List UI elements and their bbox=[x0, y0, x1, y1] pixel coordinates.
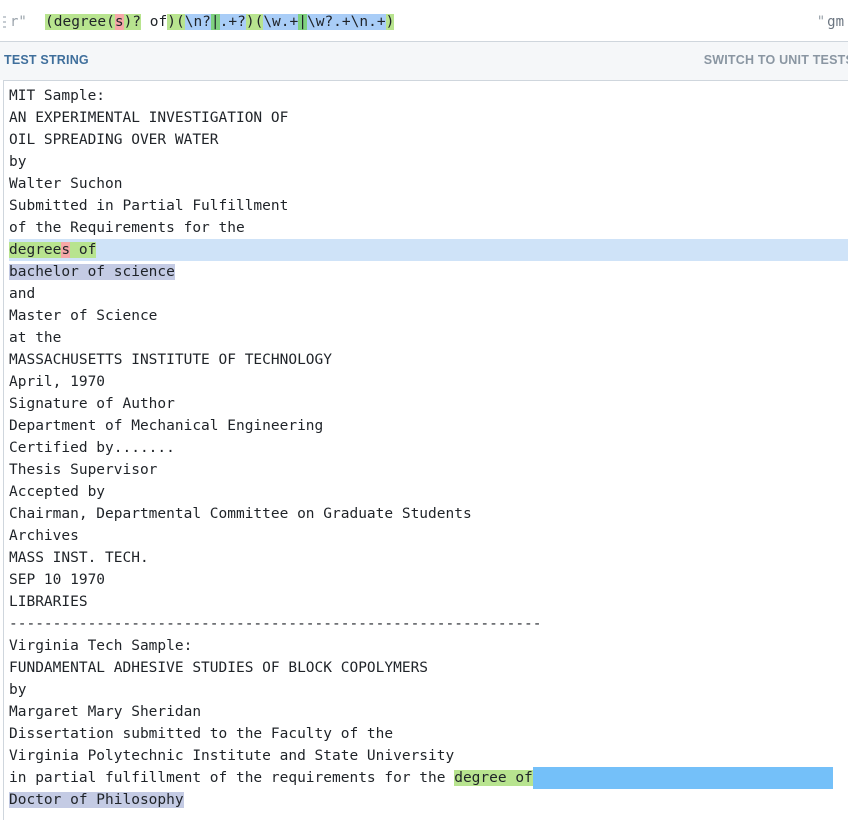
section-title: TEST STRING bbox=[4, 53, 89, 67]
test-string-header: TEST STRING SWITCH TO UNIT TESTS bbox=[0, 42, 848, 80]
test-string-line: Walter Suchon bbox=[9, 176, 123, 192]
test-string-line: LIBRARIES bbox=[9, 594, 88, 610]
test-string-line: by bbox=[9, 154, 27, 170]
match-segment: in partial fulfillment of the requiremen… bbox=[9, 770, 455, 786]
test-string-line: ----------------------------------------… bbox=[9, 616, 542, 632]
regex-token: | bbox=[298, 14, 307, 30]
test-string-line: Certified by....... bbox=[9, 440, 175, 456]
test-string-line: MIT Sample: bbox=[9, 88, 106, 104]
test-string-line: Virginia Polytechnic Institute and State… bbox=[9, 748, 455, 764]
test-string-line: Thesis Supervisor bbox=[9, 462, 158, 478]
test-string-line: AN EXPERIMENTAL INVESTIGATION OF bbox=[9, 110, 289, 126]
match-segment bbox=[532, 767, 833, 789]
regex-token: )? bbox=[123, 14, 142, 30]
test-string-line: Department of Mechanical Engineering bbox=[9, 418, 324, 434]
match-segment: s bbox=[61, 242, 71, 258]
regex-token: s bbox=[114, 14, 124, 30]
test-string-line: Doctor of Philosophy bbox=[9, 789, 848, 811]
test-string-line: Virginia Tech Sample: bbox=[9, 638, 193, 654]
drag-handle-icon[interactable] bbox=[3, 16, 6, 28]
match-segment: bachelor of science bbox=[9, 264, 175, 280]
test-string-line: MASSACHUSETTS INSTITUTE OF TECHNOLOGY bbox=[9, 352, 333, 368]
test-string-line: and bbox=[9, 286, 36, 302]
regex-token: (degree( bbox=[45, 14, 115, 30]
regex-token: ) bbox=[385, 14, 395, 30]
regex-token: | bbox=[210, 14, 220, 30]
test-string-line: SEP 10 1970 bbox=[9, 572, 106, 588]
test-string-line: Margaret Mary Sheridan bbox=[9, 704, 202, 720]
regex-token: \n? bbox=[184, 14, 211, 30]
test-string-line: degrees of bbox=[9, 239, 848, 261]
regex-token: .+? bbox=[219, 14, 246, 30]
test-string-line: Accepted by bbox=[9, 484, 106, 500]
regex-token: \w?.+\n.+ bbox=[306, 14, 386, 30]
test-string-line: of the Requirements for the bbox=[9, 220, 245, 236]
regex-token: )( bbox=[245, 14, 264, 30]
test-string-line: Dissertation submitted to the Faculty of… bbox=[9, 726, 394, 742]
test-string-line: OIL SPREADING OVER WATER bbox=[9, 132, 219, 148]
test-string-line: FUNDAMENTAL ADHESIVE STUDIES OF BLOCK CO… bbox=[9, 660, 429, 676]
regex-token: of bbox=[141, 14, 168, 30]
test-string-lines: MIT Sample: AN EXPERIMENTAL INVESTIGATION… bbox=[9, 85, 848, 811]
test-string-editor[interactable]: MIT Sample: AN EXPERIMENTAL INVESTIGATION… bbox=[3, 80, 848, 820]
regex-pattern-input[interactable]: (degree(s)? of)(\n?|.+?)(\w.+|\w?.+\n.+) bbox=[45, 12, 395, 32]
match-segment: of bbox=[70, 242, 97, 258]
close-quote: " bbox=[816, 14, 826, 30]
test-string-line: MASS INST. TECH. bbox=[9, 550, 149, 566]
regex-close-delimiter: " gm bbox=[817, 14, 844, 30]
regex-token: )( bbox=[167, 14, 185, 30]
test-string-line: Master of Science bbox=[9, 308, 158, 324]
switch-to-unit-tests-button[interactable]: SWITCH TO UNIT TESTS bbox=[704, 53, 848, 67]
test-string-line: Chairman, Departmental Committee on Grad… bbox=[9, 506, 472, 522]
test-string-line: at the bbox=[9, 330, 62, 346]
match-segment: degree bbox=[9, 242, 62, 258]
test-string-line: in partial fulfillment of the requiremen… bbox=[9, 767, 848, 789]
regex-flags[interactable]: gm bbox=[827, 14, 844, 30]
match-segment: Doctor of Philosophy bbox=[9, 792, 184, 808]
test-string-line: Archives bbox=[9, 528, 79, 544]
test-string-line: by bbox=[9, 682, 27, 698]
test-string-line: bachelor of science bbox=[9, 261, 848, 283]
test-string-line: Submitted in Partial Fulfillment bbox=[9, 198, 289, 214]
regex-token: \w.+ bbox=[263, 14, 299, 30]
test-string-line: April, 1970 bbox=[9, 374, 106, 390]
test-string-line: Signature of Author bbox=[9, 396, 175, 412]
regex-open-delimiter: r" bbox=[10, 14, 27, 30]
match-segment: degree of bbox=[454, 770, 533, 786]
regex-input-bar[interactable]: r" (degree(s)? of)(\n?|.+?)(\w.+|\w?.+\n… bbox=[0, 0, 848, 42]
